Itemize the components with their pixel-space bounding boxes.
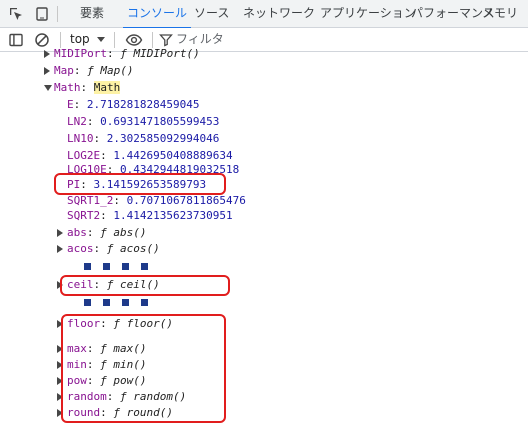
list-item[interactable]: Map: ƒ Map() — [44, 63, 133, 79]
collapse-arrow-icon[interactable] — [44, 85, 52, 91]
list-item[interactable]: acos: ƒ acos() — [57, 241, 160, 257]
list-item: SQRT2: 1.4142135623730951 — [67, 209, 233, 222]
tab-network[interactable]: ネットワーク — [243, 0, 315, 28]
tab-bar-divider — [57, 6, 58, 22]
highlight-box-functions — [61, 314, 226, 423]
expand-arrow-icon[interactable] — [44, 50, 50, 58]
console-output: MIDIPort: ƒ MIDIPort() Map: ƒ Map() Math… — [0, 47, 528, 429]
tab-elements[interactable]: 要素 — [80, 0, 104, 28]
list-item[interactable]: MIDIPort: ƒ MIDIPort() — [44, 46, 200, 62]
device-toolbar-icon[interactable] — [34, 6, 50, 22]
inspect-element-icon[interactable] — [8, 6, 24, 22]
highlight-box-ceil — [60, 275, 230, 296]
list-item: LN10: 2.302585092994046 — [67, 132, 220, 145]
expand-arrow-icon[interactable] — [57, 229, 63, 237]
list-item: LN2: 0.6931471805599453 — [67, 115, 220, 128]
list-item[interactable]: Math: Math — [44, 80, 121, 96]
ellipsis-dots — [84, 263, 154, 271]
expand-arrow-icon[interactable] — [57, 245, 63, 253]
highlight-box-pi — [54, 173, 226, 195]
devtools-tab-bar: 要素 コンソール ソース ネットワーク アプリケーション パフォーマンス メモリ — [0, 0, 528, 29]
sidebar-toggle-icon[interactable] — [8, 32, 24, 48]
tab-console[interactable]: コンソール — [122, 0, 192, 29]
tab-application[interactable]: アプリケーション — [320, 0, 416, 28]
expand-arrow-icon[interactable] — [44, 67, 50, 75]
tab-sources[interactable]: ソース — [194, 0, 229, 28]
chevron-down-icon — [97, 37, 105, 42]
list-item[interactable]: abs: ƒ abs() — [57, 225, 146, 241]
object-name-highlight: Math — [93, 81, 121, 94]
list-item: E: 2.718281828459045 — [67, 98, 200, 111]
tab-memory[interactable]: メモリ — [482, 0, 518, 28]
ellipsis-dots — [84, 299, 154, 307]
list-item: SQRT1_2: 0.7071067811865476 — [67, 194, 246, 207]
